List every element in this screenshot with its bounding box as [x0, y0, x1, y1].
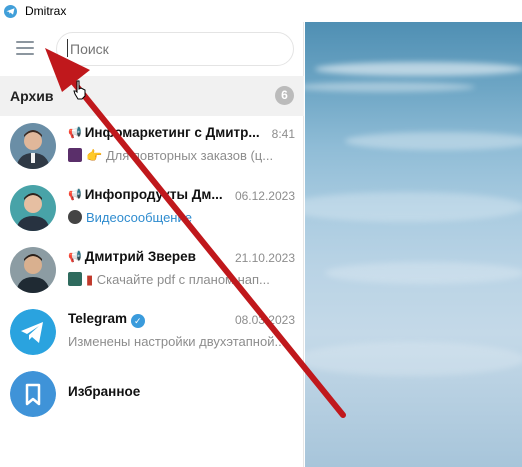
chat-time: 06.12.2023 — [234, 189, 295, 203]
chat-preview: 👉 Для повторных заказов (ц... — [68, 148, 294, 164]
channel-icon: 📢 — [68, 251, 82, 263]
chat-preview: Изменены настройки двухэтапной... — [68, 334, 286, 349]
chat-time: 8:41 — [271, 127, 295, 141]
channel-icon: 📢 — [68, 127, 82, 139]
text-caret — [67, 39, 68, 57]
chat-name: 📢 Дмитрий Зверев — [68, 249, 196, 264]
archive-row[interactable]: Архив 6 — [0, 76, 304, 116]
chat-sidebar: Архив 6 📢Инфомаркетинг с Дмитр... 8:41 👉… — [0, 22, 304, 467]
title-bar: Dmitrax — [0, 0, 522, 22]
archive-label: Архив — [10, 88, 54, 104]
pointing-hand-icon: 👉 — [86, 148, 103, 163]
chat-wallpaper — [305, 22, 522, 467]
chat-time: 21.10.2023 — [234, 251, 295, 265]
hamburger-menu-icon[interactable] — [16, 41, 36, 57]
chat-preview: Видеосообщение — [68, 210, 294, 225]
telegram-logo — [10, 309, 56, 355]
book-icon: ▮ — [86, 272, 94, 287]
chat-item[interactable]: 📢 Инфопродукты Дм... 06.12.2023 Видеосооб… — [0, 178, 304, 240]
archive-unread-badge: 6 — [275, 86, 294, 105]
avatar — [10, 247, 56, 293]
search-input[interactable] — [56, 32, 294, 66]
avatar — [10, 185, 56, 231]
sidebar-topbar — [0, 22, 303, 74]
chat-item[interactable]: Telegram ✓ 08.03.2023 Изменены настройки… — [0, 302, 304, 364]
telegram-app-icon — [4, 4, 17, 18]
media-thumbnail-icon — [68, 272, 82, 286]
avatar — [10, 123, 56, 169]
verified-badge-icon: ✓ — [130, 314, 145, 328]
media-thumbnail-icon — [68, 148, 82, 162]
window-title: Dmitrax — [25, 4, 67, 18]
chat-item[interactable]: Избранное — [0, 364, 304, 426]
channel-icon: 📢 — [68, 189, 82, 201]
video-message-icon — [68, 210, 82, 224]
saved-messages-avatar — [10, 371, 56, 417]
chat-name: Избранное — [68, 384, 141, 399]
chat-name: 📢 Инфопродукты Дм... — [68, 187, 223, 202]
chat-item[interactable]: 📢 Инфомаркетинг с Дмитр... 8:41 👉 Для пов… — [0, 116, 304, 178]
chat-time: 08.03.2023 — [234, 313, 295, 327]
chat-preview: ▮ Скачайте pdf с планом нап... — [68, 272, 294, 288]
hand-cursor-icon — [73, 80, 86, 100]
chat-name: 📢 Инфомаркетинг с Дмитр... — [68, 125, 260, 140]
chat-name: Telegram ✓ — [68, 311, 145, 328]
chat-item[interactable]: 📢 Дмитрий Зверев 21.10.2023 ▮ Скачайте pd… — [0, 240, 304, 302]
